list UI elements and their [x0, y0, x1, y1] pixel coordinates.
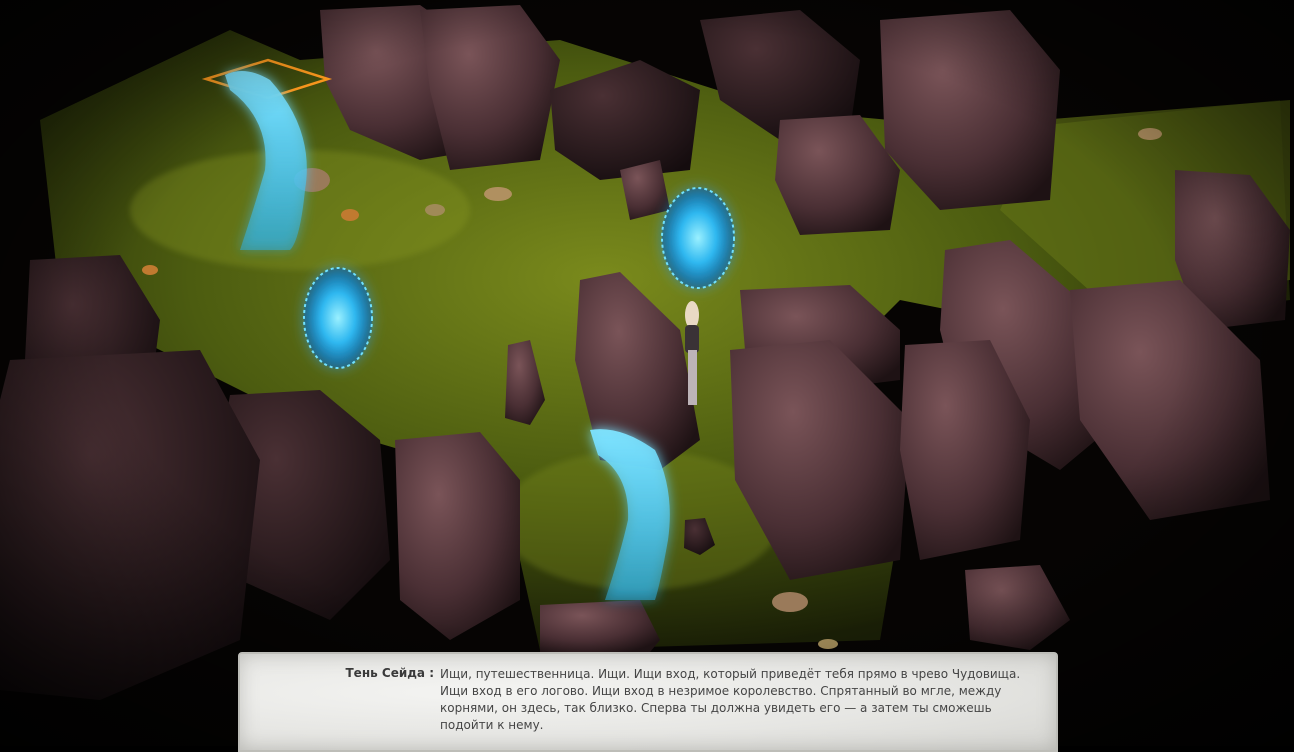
portal-right[interactable] [661, 187, 735, 289]
dialogue-text: Ищи, путешественница. Ищи. Ищи вход, кот… [440, 667, 1021, 732]
portal-left[interactable] [303, 267, 373, 369]
dialogue-speaker-name: Тень Сейда : [345, 666, 435, 680]
game-scene[interactable] [0, 0, 1294, 746]
dialogue-box[interactable]: Тень Сейда : Ищи, путешественница. Ищи. … [238, 652, 1058, 752]
